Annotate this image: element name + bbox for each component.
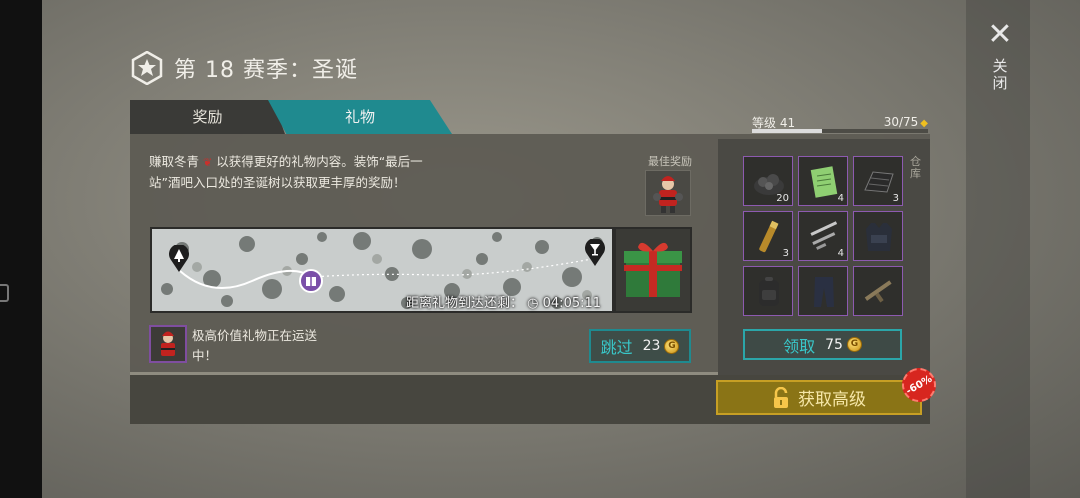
close-icon: ✕ — [987, 17, 1013, 52]
get-premium-button[interactable]: 获取高级 — [716, 380, 922, 415]
flare-stick-icon — [759, 220, 779, 253]
holly-icon: ❦ — [203, 156, 213, 169]
season-badge-icon — [131, 51, 163, 85]
countdown-label: 距离礼物到达还剩： — [406, 296, 524, 311]
tab-gifts[interactable]: 礼物 — [268, 100, 452, 134]
level-progress-bar — [752, 129, 928, 133]
gift-box-item — [614, 227, 692, 313]
unlock-icon — [774, 386, 788, 408]
santa-figure-icon — [653, 176, 683, 213]
inventory-slot[interactable] — [798, 266, 848, 316]
tab-rewards[interactable]: 奖励 — [130, 100, 285, 134]
backpack-icon — [759, 277, 779, 306]
gift-description: 赚取冬青 ❦ 以获得更好的礼物内容。装饰“最后一站”酒吧入口处的圣诞树以获取更丰… — [149, 152, 439, 193]
gift-position-marker-icon — [299, 269, 323, 293]
slot-count: 20 — [776, 193, 789, 204]
premium-label: 获取高级 — [798, 390, 866, 410]
notice-text: 极高价值礼物正在运送中！ — [192, 328, 318, 363]
countdown-timer: 距离礼物到达还剩： ◷ 04:05:11 — [406, 292, 601, 311]
page-title: 第 18 赛季：圣诞 — [174, 58, 358, 83]
slot-count: 3 — [892, 193, 899, 204]
inventory-slot[interactable]: 4 — [798, 156, 848, 206]
notice-gift-icon — [149, 325, 187, 363]
claim-button[interactable]: 领取 75 G — [743, 329, 902, 360]
close-button[interactable]: ✕ 关闭 — [984, 20, 1016, 100]
inventory-slot[interactable] — [743, 266, 793, 316]
tactical-vest-icon — [866, 223, 892, 251]
storage-label[interactable]: 仓库 — [910, 156, 922, 180]
level-progress-text: 30/75 — [883, 115, 919, 129]
inventory-slot[interactable]: 4 — [798, 211, 848, 261]
inventory-slot[interactable]: 20 — [743, 156, 793, 206]
start-tree-pin-icon — [168, 244, 190, 273]
gold-coin-icon: G — [664, 338, 680, 354]
destination-bar-pin-icon — [584, 238, 606, 267]
inventory-slot[interactable]: 3 — [853, 156, 903, 206]
claim-label: 领取 — [783, 336, 816, 356]
slot-count: 3 — [782, 248, 789, 259]
gold-coin-icon: G — [846, 337, 862, 352]
slot-count: 4 — [837, 193, 844, 204]
bezel-notch — [0, 284, 9, 302]
metal-sheet-icon — [864, 171, 894, 193]
countdown-time: 04:05:11 — [542, 296, 602, 311]
screen-bezel — [0, 0, 42, 498]
diamond-icon: ◆ — [920, 118, 928, 129]
best-reward-item[interactable] — [645, 170, 691, 216]
skip-button[interactable]: 跳过 23 G — [589, 329, 691, 363]
season-header: 第 18 赛季：圣诞 — [130, 50, 358, 86]
green-notebook-icon — [810, 166, 838, 198]
skip-label: 跳过 — [600, 338, 633, 357]
inventory-slot[interactable] — [853, 266, 903, 316]
skip-cost: 23 — [642, 338, 661, 354]
tactical-pants-icon — [814, 277, 834, 307]
level-progress: 30/75 ◆ — [884, 115, 928, 129]
inventory-slot[interactable]: 3 — [743, 211, 793, 261]
rifle-icon — [864, 280, 892, 303]
close-label: 关闭 — [992, 57, 1008, 92]
tab-bar: 奖励 礼物 — [130, 100, 460, 134]
best-reward-label: 最佳奖励 — [648, 155, 692, 168]
slot-count: 4 — [837, 248, 844, 259]
description-part1: 赚取冬青 — [149, 154, 200, 169]
claim-cost: 75 — [825, 336, 843, 353]
level-progress-fill — [752, 129, 823, 133]
clock-icon: ◷ — [527, 296, 539, 311]
inventory-slot[interactable] — [853, 211, 903, 261]
gun-parts-icon — [810, 221, 838, 250]
gift-box-icon — [624, 242, 682, 297]
